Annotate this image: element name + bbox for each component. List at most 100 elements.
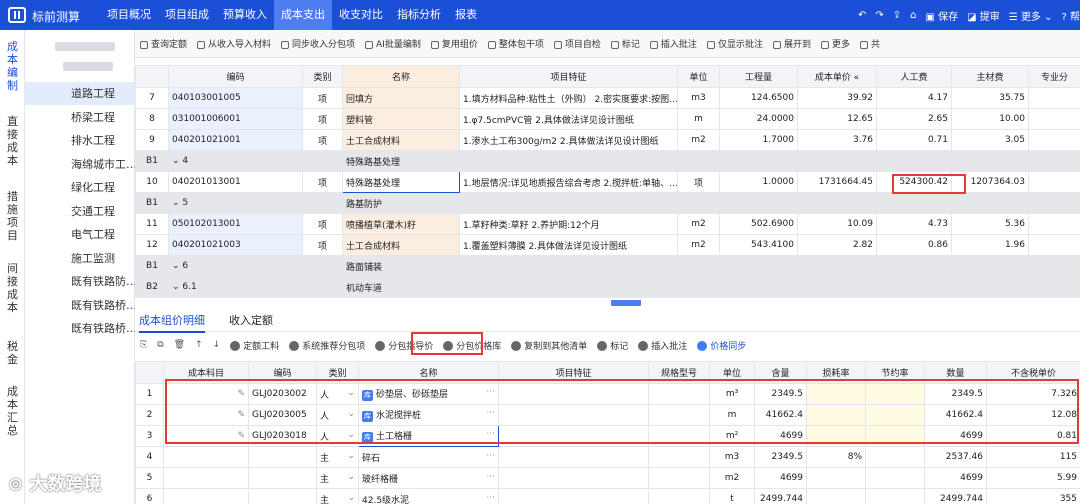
grid-cell[interactable]: 1.草籽种类:草籽 2.养护期:12个月 (459, 213, 678, 235)
grid-cell[interactable]: 项 (302, 108, 343, 130)
grid-cell[interactable]: 5.99 (986, 467, 1080, 489)
grid-cell[interactable]: 主 ⌄ (316, 446, 359, 468)
left-nav-item[interactable]: 成本编制 (0, 40, 25, 92)
paste-icon[interactable]: ⧉ (157, 340, 163, 350)
grid-cell[interactable]: 4699 (754, 467, 807, 489)
grid-cell[interactable]: m2 (677, 213, 720, 235)
grid-cell[interactable] (797, 150, 877, 172)
grid-cell[interactable]: 115 (986, 446, 1080, 468)
grid-cell[interactable]: 项 (302, 213, 343, 235)
grid-cell[interactable]: 10.09 (797, 213, 877, 235)
down-icon[interactable]: ↓ (213, 340, 221, 350)
grid-header[interactable]: 专业分 (1028, 65, 1080, 88)
detail-toolbar-button[interactable]: 标记 (597, 339, 628, 352)
grid-cell[interactable]: 碎石 ··· (358, 446, 499, 468)
grid-cell[interactable]: 7 (135, 87, 169, 109)
grid-header[interactable]: 成本单价 « (797, 65, 877, 88)
save-button[interactable]: ▣ 保存 (926, 8, 959, 23)
grid-cell[interactable]: m2 (709, 467, 755, 489)
grid-cell[interactable]: 特殊路基处理 (342, 150, 460, 172)
grid-cell[interactable]: 2.82 (797, 234, 877, 256)
grid-cell[interactable]: 1.7000 (719, 129, 798, 151)
nav-item[interactable]: 项目组成 (158, 0, 216, 30)
toolbar-button[interactable]: 复用组价 (430, 37, 478, 50)
grid-cell[interactable]: 项 (302, 234, 343, 256)
grid-cell[interactable]: 4699 (924, 467, 987, 489)
grid-cell[interactable]: B1 (135, 150, 169, 172)
left-nav-item[interactable]: 成本汇总 (0, 385, 25, 437)
toolbar-button[interactable]: 展开到 (772, 37, 811, 50)
table-row[interactable]: B1 ⌄ 5 路基防护 (135, 192, 1080, 214)
grid-cell[interactable] (797, 255, 877, 277)
grid-cell[interactable] (459, 192, 678, 214)
table-row[interactable]: 11 050102013001 项喷播植草(灌木)籽 1.草籽种类:草籽 2.养护期:… (135, 213, 1080, 235)
grid-cell[interactable] (719, 276, 798, 298)
grid-cell[interactable]: 2499.744 (924, 488, 987, 504)
grid-cell[interactable] (677, 276, 720, 298)
grid-cell[interactable]: ⌄ 5 (168, 192, 303, 214)
toolbar-button[interactable]: 同步收入分包项 (281, 37, 355, 50)
grid-cell[interactable]: B1 (135, 192, 169, 214)
grid-cell[interactable]: 12 (135, 234, 169, 256)
grid-header[interactable]: 名称 (342, 65, 460, 88)
grid-cell[interactable]: m2 (677, 129, 720, 151)
grid-cell[interactable]: 2.65 (876, 108, 952, 130)
grid-cell[interactable]: 1.φ7.5cmPVC管 2.具体做法详见设计图纸 (459, 108, 678, 130)
left-nav-item[interactable]: 间接成本 (0, 262, 25, 314)
grid-cell[interactable]: 1731664.45 (797, 171, 877, 193)
grid-cell[interactable] (163, 446, 249, 468)
grid-cell[interactable]: 回填方 (342, 87, 460, 109)
grid-cell[interactable] (648, 488, 710, 504)
grid-header[interactable] (135, 65, 169, 88)
left-nav-item[interactable]: 直接成本 (0, 115, 25, 167)
grid-cell[interactable] (459, 150, 678, 172)
grid-header[interactable]: 主材费 (951, 65, 1029, 88)
grid-cell[interactable]: 040201021003 (168, 234, 303, 256)
grid-cell[interactable] (719, 192, 798, 214)
tab-income-quota[interactable]: 收入定额 (229, 312, 273, 328)
table-row[interactable]: 5主 ⌄ 玻纤格栅 ··· m2 4699 4699 5.99 (135, 467, 1080, 489)
grid-cell[interactable] (1028, 213, 1080, 235)
detail-toolbar-button[interactable]: 复制到其他清单 (511, 339, 587, 352)
grid-cell[interactable] (248, 446, 317, 468)
grid-cell[interactable] (865, 446, 925, 468)
sub-nav-item[interactable]: 既有铁路防… (25, 270, 135, 293)
grid-cell[interactable]: 1.覆盖塑料薄膜 2.具体做法详见设计图纸 (459, 234, 678, 256)
nav-item[interactable]: 成本支出 (274, 0, 332, 30)
grid-cell[interactable]: B2 (135, 276, 169, 298)
grid-cell[interactable]: m2 (677, 234, 720, 256)
nav-item[interactable]: 项目概况 (100, 0, 158, 30)
grid-cell[interactable]: 2349.5 (754, 446, 807, 468)
grid-cell[interactable] (951, 255, 1029, 277)
grid-cell[interactable] (797, 192, 877, 214)
grid-cell[interactable] (1028, 108, 1080, 130)
grid-cell[interactable]: B1 (135, 255, 169, 277)
grid-cell[interactable]: m (677, 108, 720, 130)
grid-cell[interactable]: 5.36 (951, 213, 1029, 235)
grid-cell[interactable] (1028, 171, 1080, 193)
grid-cell[interactable]: 1 (135, 383, 164, 405)
home-icon[interactable]: ⌂ (910, 10, 916, 21)
grid-cell[interactable] (951, 192, 1029, 214)
ellipsis-icon[interactable]: ··· (486, 493, 495, 503)
grid-cell[interactable] (951, 276, 1029, 298)
toolbar-button[interactable]: 整体包干项 (487, 37, 544, 50)
grid-cell[interactable]: 040201021001 (168, 129, 303, 151)
forward-icon[interactable]: ↷ (875, 10, 883, 21)
nav-item[interactable]: 报表 (448, 0, 484, 30)
grid-cell[interactable] (248, 467, 317, 489)
table-row[interactable]: 9 040201021001 项土工合成材料 1.渗水土工布300g/m2 2.具体做… (135, 129, 1080, 151)
table-row[interactable]: B1 ⌄ 4 特殊路基处理 (135, 150, 1080, 172)
table-row[interactable]: 6主 ⌄ 42.5级水泥 ··· t 2499.744 2499.744 355 (135, 488, 1080, 504)
grid-cell[interactable] (677, 255, 720, 277)
sub-nav-item[interactable]: 海绵城市工… (25, 153, 135, 176)
grid-header[interactable]: 类别 (302, 65, 343, 88)
grid-cell[interactable] (876, 255, 952, 277)
grid-cell[interactable]: 特殊路基处理 (342, 171, 460, 193)
grid-cell[interactable]: 8% (806, 446, 866, 468)
nav-item[interactable]: 预算收入 (216, 0, 274, 30)
toolbar-button[interactable]: 更多 (820, 37, 850, 50)
share-icon[interactable]: ⇪ (893, 10, 901, 21)
grid-cell[interactable]: 1.渗水土工布300g/m2 2.具体做法详见设计图纸 (459, 129, 678, 151)
grid-cell[interactable] (1028, 234, 1080, 256)
